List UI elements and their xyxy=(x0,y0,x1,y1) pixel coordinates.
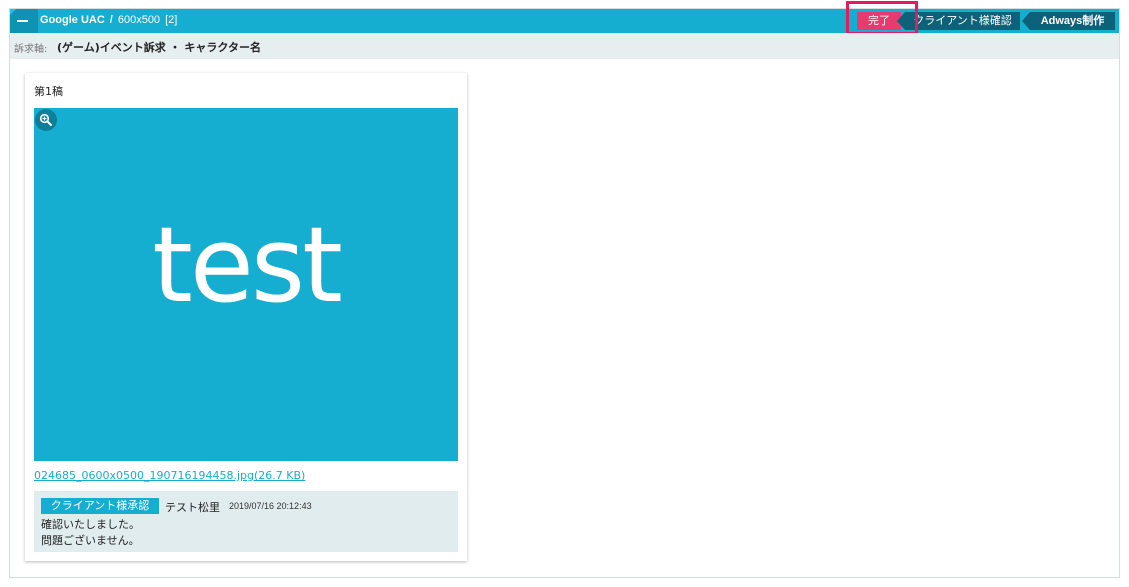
appeal-axis-label: 訴求軸: xyxy=(14,44,48,55)
collapse-button[interactable] xyxy=(10,9,38,33)
step-adways-production[interactable]: Adways制作 xyxy=(1022,12,1115,30)
comment-line: 問題ございません。 xyxy=(41,534,140,547)
title-separator: / xyxy=(109,14,113,26)
zoom-in-icon[interactable] xyxy=(35,109,57,131)
appeal-axis-bar: 訴求軸: (ゲーム)イベント訴求 ・ キャラクター名 xyxy=(10,33,1119,59)
appeal-axis-value: (ゲーム)イベント訴求 ・ キャラクター名 xyxy=(57,41,261,54)
draft-card: 第1稿 test 024685_0600x0500_190716194458.j… xyxy=(25,73,467,561)
step-done-label: 完了 xyxy=(868,14,890,27)
creative-image[interactable]: test xyxy=(34,108,458,461)
creative-panel: Google UAC / 600x500 [2] 完了 クライアント様確認 Adway… xyxy=(9,1,1120,578)
file-download-link[interactable]: 024685_0600x0500_190716194458.jpg(26.7 K… xyxy=(34,469,305,482)
step-adways-production-label: Adways制作 xyxy=(1040,15,1105,27)
draft-title: 第1稿 xyxy=(34,85,63,98)
step-arrow-icon xyxy=(1022,12,1030,30)
comment-box: クライアント様承認 テスト松里 2019/07/16 20:12:43 確認いた… xyxy=(34,491,458,552)
step-done[interactable]: 完了 xyxy=(857,12,901,30)
corner-marker-icon xyxy=(10,9,16,15)
comment-line: 確認いたしました。 xyxy=(41,518,140,531)
step-client-confirm[interactable]: クライアント様確認 xyxy=(897,12,1020,30)
comment-timestamp: 2019/07/16 20:12:43 xyxy=(229,501,312,511)
comment-author: テスト松里 xyxy=(165,501,220,514)
minus-icon xyxy=(17,20,28,22)
approval-badge: クライアント様承認 xyxy=(41,498,159,514)
creative-image-text: test xyxy=(152,204,343,326)
creative-header-bar: Google UAC / 600x500 [2] 完了 クライアント様確認 Adway… xyxy=(10,9,1119,33)
creative-count: [2] xyxy=(165,14,178,26)
step-client-confirm-label: クライアント様確認 xyxy=(913,14,1012,27)
creative-size: 600x500 xyxy=(117,14,161,26)
platform-name: Google UAC xyxy=(40,14,105,26)
creative-title: Google UAC / 600x500 [2] xyxy=(40,14,177,26)
step-arrow-icon xyxy=(897,12,905,30)
